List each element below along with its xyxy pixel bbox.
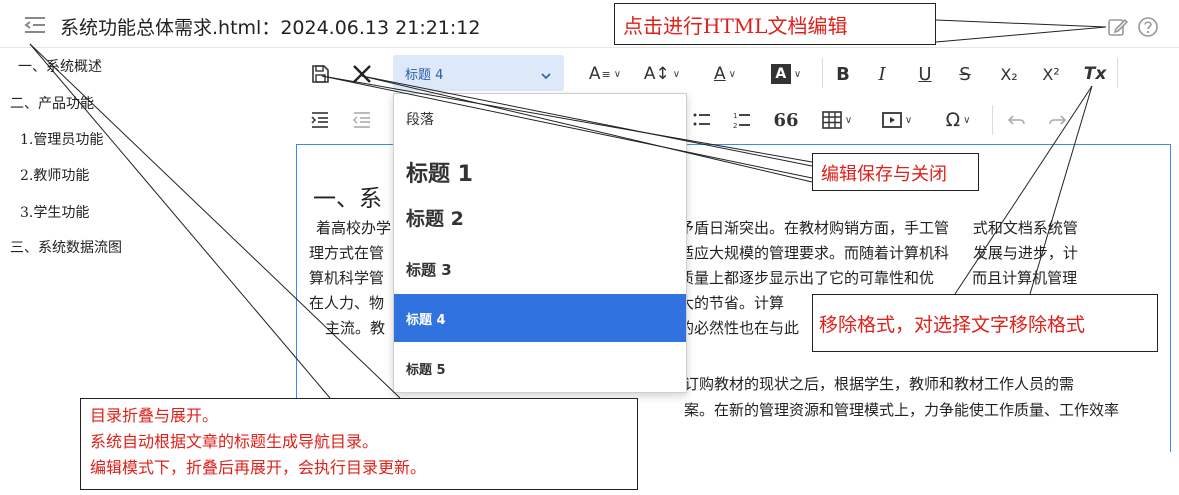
paragraph-text: 着高校办学 (316, 219, 392, 237)
edit-pencil-icon[interactable] (1107, 16, 1129, 38)
dropdown-option-heading-1[interactable]: 标题 1 (394, 144, 686, 194)
annotation-line: 目录折叠与展开。 (90, 406, 219, 425)
subscript-icon[interactable]: X₂ (994, 60, 1024, 88)
paragraph-text: 矛盾日渐突出。在教材购销方面，手工管 式和文档系统管 (679, 219, 1078, 237)
option-label: 标题 4 (406, 313, 446, 328)
svg-text:1: 1 (733, 112, 737, 120)
dropdown-option-heading-4[interactable]: 标题 4 (394, 294, 686, 342)
toolbar-divider (992, 105, 993, 135)
save-icon[interactable] (306, 60, 334, 88)
title-bar: 系统功能总体需求.html：2024.06.13 21:21:12 (0, 0, 1179, 48)
annotation-line: 系统自动根据文章的标题生成导航目录。 (90, 432, 379, 451)
toolbar-divider (822, 58, 823, 88)
paragraph-text: 在人力、物 (309, 294, 385, 312)
italic-icon[interactable]: I (869, 60, 895, 88)
option-label: 标题 1 (406, 162, 473, 187)
option-label: 标题 5 (406, 363, 446, 378)
undo-icon[interactable] (1004, 106, 1030, 134)
dropdown-option-heading-3[interactable]: 标题 3 (394, 242, 686, 292)
paragraph-text: 理方式在管 (309, 244, 385, 262)
font-size-icon[interactable]: A ≡ ∨ (582, 60, 628, 88)
annotation-html-edit: 点击进行HTML文档编辑 (614, 3, 936, 45)
heading-dropdown-menu: 段落 标题 1 标题 2 标题 3 标题 4 标题 5 (393, 93, 687, 393)
indent-icon[interactable] (306, 106, 334, 134)
option-label: 标题 3 (406, 261, 452, 279)
paragraph-text: 质量上都逐步显示出了它的可靠性和优 而且计算机管理 (679, 269, 1078, 287)
outdent-icon[interactable] (348, 106, 376, 134)
annotation-line: 编辑模式下，折叠后再展开，会执行目录更新。 (90, 458, 427, 477)
strikethrough-icon[interactable]: S (952, 60, 978, 88)
heading-format-select[interactable]: 标题 4 (393, 55, 564, 91)
omega-icon: Ω (945, 109, 961, 131)
dropdown-option-paragraph[interactable]: 段落 (394, 94, 686, 144)
option-label: 标题 2 (406, 208, 464, 230)
paragraph-text: 的必然性也在与此 (679, 319, 800, 337)
toc-item[interactable]: 1.管理员功能 (20, 129, 103, 149)
toc-item[interactable]: 二、产品功能 (10, 93, 94, 113)
underline-icon[interactable]: U (912, 60, 938, 88)
paragraph-text: 适应大规模的管理要求。而随着计算机科 发展与进步，计 (679, 244, 1078, 262)
dropdown-option-heading-2[interactable]: 标题 2 (394, 194, 686, 242)
chevron-down-icon (540, 66, 552, 85)
dropdown-option-heading-5[interactable]: 标题 5 (394, 344, 686, 392)
annotation-clear-format: 移除格式，对选择文字移除格式 (812, 294, 1158, 352)
toc-item[interactable]: 3.学生功能 (20, 202, 89, 222)
option-label: 段落 (406, 112, 434, 128)
document-title: 系统功能总体需求.html：2024.06.13 21:21:12 (60, 17, 481, 39)
redo-icon[interactable] (1044, 106, 1070, 134)
media-icon[interactable]: ∨ (874, 106, 920, 134)
bullet-list-icon[interactable] (690, 106, 714, 134)
help-circle-icon[interactable] (1137, 16, 1159, 38)
paragraph-text: 订购教材的现状之后，根据学生，教师和教材工作人员的需 (684, 375, 1075, 393)
content-heading: 一、系 (313, 186, 382, 212)
toc-item[interactable]: 2.教师功能 (20, 165, 89, 185)
paragraph-text: 案。在新的管理资源和管理模式上，力争能使工作质量、工作效率 (684, 401, 1120, 419)
svg-text:2: 2 (733, 122, 737, 130)
bold-icon[interactable]: B (830, 60, 856, 88)
paragraph-text: 大的节省。计算 (679, 294, 785, 312)
table-icon[interactable]: ∨ (814, 106, 860, 134)
clear-format-icon[interactable]: Tx (1082, 60, 1108, 88)
annotation-save-close: 编辑保存与关闭 (812, 153, 979, 191)
superscript-icon[interactable]: X² (1036, 60, 1066, 88)
font-color-icon[interactable]: A ∨ (703, 60, 747, 88)
line-height-icon[interactable]: A↕ ∨ (636, 60, 688, 88)
toc-item[interactable]: 一、系统概述 (18, 56, 102, 76)
paragraph-text: 算机科学管 (309, 269, 385, 287)
toolbar-divider (1117, 58, 1118, 88)
paragraph-text: 主流。教 (325, 319, 386, 337)
collapse-list-icon[interactable] (22, 14, 48, 36)
annotation-toc: 目录折叠与展开。 系统自动根据文章的标题生成导航目录。 编辑模式下，折叠后再展开… (80, 398, 638, 490)
toc-item[interactable]: 三、系统数据流图 (10, 237, 122, 257)
close-icon[interactable] (347, 60, 377, 88)
numbered-list-icon[interactable]: 12 (730, 106, 754, 134)
background-color-icon[interactable]: A ∨ (762, 60, 810, 88)
heading-select-value: 标题 4 (405, 68, 444, 83)
special-char-icon[interactable]: Ω ∨ (935, 106, 981, 134)
blockquote-icon[interactable]: 66 (773, 106, 798, 134)
